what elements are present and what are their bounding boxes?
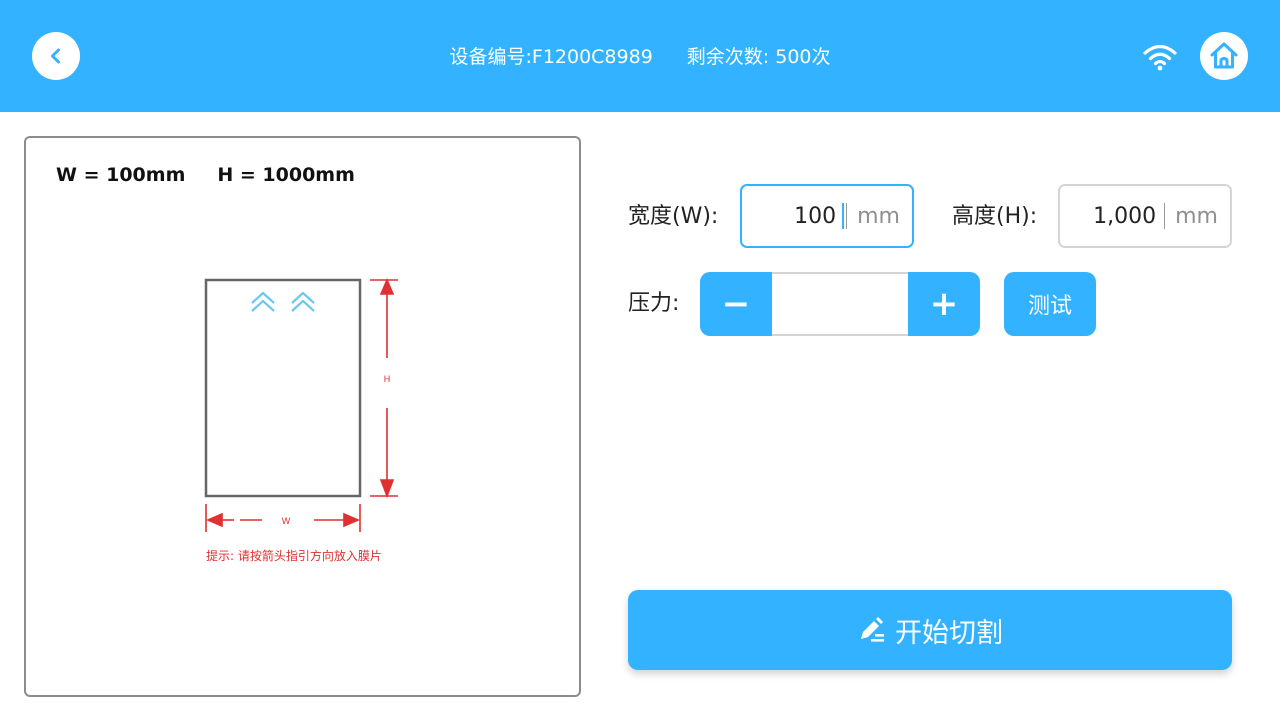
height-dimension: [370, 277, 398, 499]
preview-panel: W = 100mm H = 1000mm H W 提示: 请按箭头指引方向放入膜片: [24, 136, 581, 697]
pen-icon: [857, 615, 887, 645]
width-mark: W: [282, 516, 291, 526]
text-caret: [842, 203, 845, 229]
test-button[interactable]: 测试: [1004, 272, 1096, 336]
home-icon: [1210, 42, 1238, 69]
width-label: 宽度(W):: [628, 204, 719, 229]
height-summary: H = 1000mm: [217, 164, 355, 186]
pressure-input[interactable]: [772, 272, 908, 336]
height-input[interactable]: 1,000 mm: [1058, 184, 1232, 248]
height-unit: mm: [1175, 203, 1218, 229]
film-outline: [204, 278, 362, 498]
placement-hint: 提示: 请按箭头指引方向放入膜片: [206, 548, 382, 563]
width-input[interactable]: 100 mm: [740, 184, 914, 248]
unit-divider: [1164, 203, 1166, 229]
device-info: 设备编号:F1200C8989 剩余次数: 500次: [0, 44, 1280, 70]
film-diagram: H W 提示: 请按箭头指引方向放入膜片: [204, 277, 398, 563]
top-bar: 设备编号:F1200C8989 剩余次数: 500次: [0, 0, 1280, 112]
height-label: 高度(H):: [952, 204, 1038, 229]
pressure-decrease-button[interactable]: −: [700, 272, 772, 336]
width-unit: mm: [857, 203, 900, 229]
remaining-count: 剩余次数: 500次: [686, 46, 831, 68]
start-cutting-label: 开始切割: [895, 617, 1003, 649]
wifi-icon: [1143, 44, 1177, 71]
height-mark: H: [384, 374, 391, 384]
pressure-increase-button[interactable]: +: [908, 272, 980, 336]
device-id: 设备编号:F1200C8989: [449, 46, 653, 68]
minus-icon: −: [721, 284, 751, 324]
plus-icon: +: [929, 284, 959, 324]
dimension-summary: W = 100mm H = 1000mm: [56, 164, 355, 186]
height-value: 1,000: [1093, 203, 1157, 229]
start-cutting-button[interactable]: 开始切割: [628, 590, 1232, 670]
width-summary: W = 100mm: [56, 164, 186, 186]
pressure-label: 压力:: [628, 291, 680, 316]
direction-arrows-icon: [251, 291, 315, 312]
unit-divider: [846, 203, 848, 229]
home-button[interactable]: [1200, 32, 1248, 80]
width-value: 100: [794, 203, 837, 229]
